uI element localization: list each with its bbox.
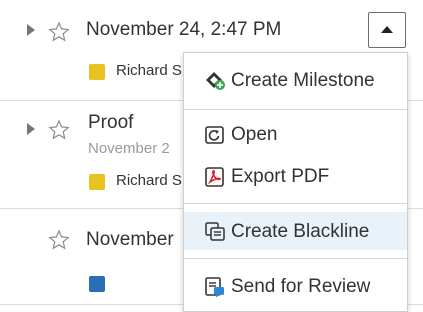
chip-label: Richard S xyxy=(116,62,182,79)
menu-item-export-pdf[interactable]: Export PDF xyxy=(184,157,407,195)
item-title: November 24, 2:47 PM xyxy=(86,19,282,40)
milestone-icon xyxy=(206,72,225,90)
menu-item-label: Create Blackline xyxy=(231,221,370,242)
open-icon xyxy=(205,126,224,144)
menu-item-label: Export PDF xyxy=(231,166,330,187)
item-title: November xyxy=(86,229,174,250)
menu-toggle-button[interactable] xyxy=(368,12,406,48)
menu-item-create-blackline[interactable]: Create Blackline xyxy=(184,212,407,250)
star-icon[interactable] xyxy=(48,229,70,251)
blackline-icon xyxy=(205,222,225,241)
actions-menu: Create Milestone Open Export PDF Create … xyxy=(183,52,408,312)
user-chip xyxy=(89,273,119,295)
pdf-icon xyxy=(205,167,224,187)
expand-caret-icon[interactable] xyxy=(27,123,35,135)
star-icon[interactable] xyxy=(48,21,70,43)
item-subtitle: November 2 xyxy=(88,140,170,157)
menu-item-open[interactable]: Open xyxy=(184,115,407,153)
star-icon[interactable] xyxy=(48,119,70,141)
menu-item-send-for-review[interactable]: Send for Review xyxy=(184,267,407,305)
send-review-icon xyxy=(205,277,224,298)
menu-item-label: Open xyxy=(231,124,278,145)
caret-up-icon xyxy=(381,26,393,33)
menu-item-label: Create Milestone xyxy=(231,70,375,91)
expand-caret-icon[interactable] xyxy=(27,24,35,36)
menu-item-label: Send for Review xyxy=(231,276,371,297)
menu-item-create-milestone[interactable]: Create Milestone xyxy=(184,61,407,99)
chip-label: Richard S xyxy=(116,172,182,189)
item-title: Proof xyxy=(88,112,134,133)
